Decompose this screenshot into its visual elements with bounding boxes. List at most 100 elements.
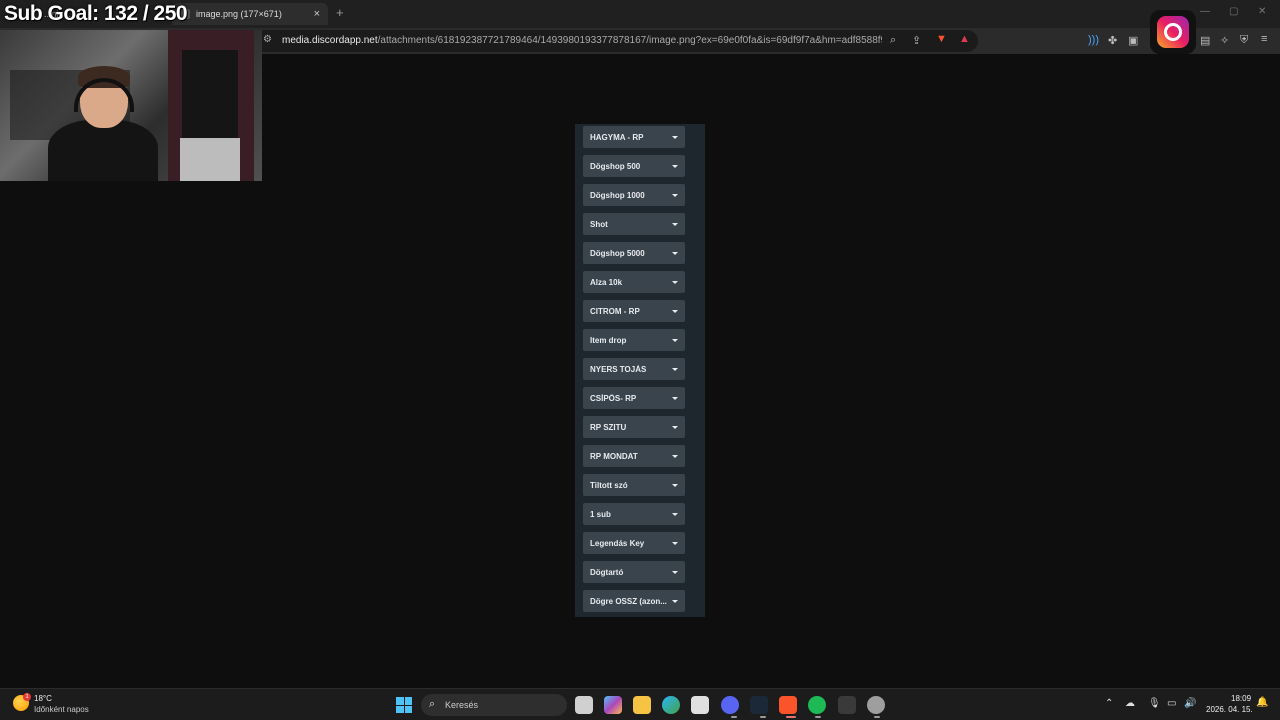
- menu-dropdown-item[interactable]: Dögre OSSZ (azon...: [583, 590, 685, 612]
- maximize-icon[interactable]: ▢: [1229, 6, 1238, 17]
- menu-dropdown-item[interactable]: Alza 10k: [583, 271, 685, 293]
- menu-item-label: Legendás Key: [590, 538, 645, 548]
- menu-item-label: Shot: [590, 219, 608, 229]
- edge-icon[interactable]: [662, 696, 680, 714]
- menu-dropdown-item[interactable]: Dögshop 500: [583, 155, 685, 177]
- brave-icon[interactable]: [779, 696, 797, 714]
- new-tab-button[interactable]: +: [336, 5, 344, 20]
- menu-item-label: Dögshop 5000: [590, 248, 645, 258]
- caret-down-icon: [672, 570, 678, 574]
- store-icon[interactable]: [691, 696, 709, 714]
- browser-tab-bar: ...nin... image.png (177×671) × + — ▢ ✕: [0, 0, 1280, 28]
- menu-item-label: Tiltott szó: [590, 480, 628, 490]
- menu-dropdown-item[interactable]: Dögtartó: [583, 561, 685, 583]
- minimize-icon[interactable]: —: [1200, 6, 1210, 17]
- menu-item-label: Alza 10k: [590, 277, 623, 287]
- running-indicator: [874, 716, 880, 718]
- screen: ...nin... image.png (177×671) × + — ▢ ✕ …: [0, 0, 1280, 720]
- caret-down-icon: [672, 396, 678, 400]
- start-button[interactable]: [396, 697, 412, 713]
- menu-item-label: Dögshop 500: [590, 161, 641, 171]
- steam-icon[interactable]: [750, 696, 768, 714]
- obs-icon[interactable]: [867, 696, 885, 714]
- file-explorer-icon[interactable]: [633, 696, 651, 714]
- onedrive-icon[interactable]: ☁: [1125, 698, 1135, 709]
- sidebar-icon[interactable]: ▣: [1128, 34, 1138, 47]
- speedreader-icon[interactable]: ))): [1088, 34, 1099, 46]
- menu-item-label: Dögtartó: [590, 567, 624, 577]
- caret-down-icon: [672, 338, 678, 342]
- notification-bell-icon[interactable]: 🔔: [1256, 697, 1268, 708]
- menu-dropdown-item[interactable]: Item drop: [583, 329, 685, 351]
- search-placeholder: Keresés: [445, 700, 479, 710]
- copilot-icon[interactable]: [604, 696, 622, 714]
- tab-title: image.png (177×671): [196, 9, 282, 19]
- caret-down-icon: [672, 164, 678, 168]
- menu-panel: HAGYMA - RP Dögshop 500 Dögshop 1000 Shot Dö…: [575, 124, 705, 617]
- menu-dropdown-item[interactable]: HAGYMA - RP: [583, 126, 685, 148]
- microphone-icon[interactable]: 🎙: [1148, 698, 1161, 709]
- menu-dropdown-item[interactable]: Tiltott szó: [583, 474, 685, 496]
- zoom-icon[interactable]: ⌕: [890, 34, 896, 47]
- menu-item-label: RP MONDAT: [590, 451, 638, 461]
- menu-dropdown-item[interactable]: RP SZITU: [583, 416, 685, 438]
- brave-rewards-icon[interactable]: ▲: [959, 33, 970, 45]
- discord-icon[interactable]: [721, 696, 739, 714]
- share-icon[interactable]: ⇪: [912, 34, 921, 47]
- menu-dropdown-item[interactable]: CITROM - RP: [583, 300, 685, 322]
- menu-dropdown-item[interactable]: NYERS TOJÁS: [583, 358, 685, 380]
- clock-date[interactable]: 2026. 04. 15.: [1206, 705, 1253, 714]
- menu-dropdown-item[interactable]: RP MONDAT: [583, 445, 685, 467]
- taskbar: 1 18°C Időnként napos ⌕ Keresés ⌃ ☁ 🎙 ▭ …: [0, 688, 1280, 720]
- wallet-icon[interactable]: ▤: [1200, 34, 1210, 47]
- close-icon[interactable]: ×: [314, 8, 320, 20]
- menu-icon[interactable]: ≡: [1261, 33, 1267, 45]
- menu-dropdown-item[interactable]: Dögshop 5000: [583, 242, 685, 264]
- menu-item-label: RP SZITU: [590, 422, 627, 432]
- running-indicator: [815, 716, 821, 718]
- weather-badge: 1: [23, 693, 31, 701]
- tab-image[interactable]: image.png (177×671) ×: [172, 3, 328, 25]
- caret-down-icon: [672, 425, 678, 429]
- vpn-icon[interactable]: ⛨: [1240, 34, 1248, 47]
- menu-item-label: CSÍPŐS- RP: [590, 393, 637, 403]
- menu-dropdown-item[interactable]: Legendás Key: [583, 532, 685, 554]
- brave-shields-icon[interactable]: ▼: [936, 33, 947, 45]
- url-host: media.discordapp.net: [282, 35, 378, 46]
- webcam-person-shirt: [182, 50, 238, 140]
- site-settings-icon[interactable]: ⚙: [263, 34, 272, 45]
- chevron-up-icon[interactable]: ⌃: [1105, 698, 1113, 709]
- xbox-icon[interactable]: [838, 696, 856, 714]
- menu-item-label: 1 sub: [590, 509, 611, 519]
- taskbar-search[interactable]: ⌕ Keresés: [421, 694, 567, 716]
- menu-item-label: HAGYMA - RP: [590, 132, 644, 142]
- leo-ai-icon[interactable]: ✧: [1220, 34, 1229, 47]
- menu-dropdown-item[interactable]: Shot: [583, 213, 685, 235]
- caret-down-icon: [672, 280, 678, 284]
- task-view-icon[interactable]: [575, 696, 593, 714]
- caret-down-icon: [672, 251, 678, 255]
- caret-down-icon: [672, 367, 678, 371]
- spotify-icon[interactable]: [808, 696, 826, 714]
- search-icon: ⌕: [429, 698, 436, 710]
- menu-dropdown-item[interactable]: Dögshop 1000: [583, 184, 685, 206]
- network-icon[interactable]: ▭: [1167, 698, 1176, 709]
- instagram-icon: [1150, 10, 1196, 54]
- menu-item-label: NYERS TOJÁS: [590, 364, 647, 374]
- clock-time[interactable]: 18:09: [1231, 694, 1251, 703]
- caret-down-icon: [672, 599, 678, 603]
- active-indicator: [786, 716, 796, 718]
- caret-down-icon: [672, 483, 678, 487]
- address-bar[interactable]: ⚙ media.discordapp.net/attachments/61819…: [254, 30, 978, 52]
- menu-item-label: Item drop: [590, 335, 627, 345]
- extensions-icon[interactable]: ✤: [1108, 34, 1117, 47]
- instagram-glyph: [1157, 16, 1189, 48]
- weather-temp[interactable]: 18°C: [34, 694, 52, 703]
- caret-down-icon: [672, 512, 678, 516]
- volume-icon[interactable]: 🔊: [1184, 698, 1196, 709]
- weather-desc[interactable]: Időnként napos: [34, 705, 89, 714]
- menu-dropdown-item[interactable]: CSÍPŐS- RP: [583, 387, 685, 409]
- menu-item-label: Dögshop 1000: [590, 190, 645, 200]
- menu-dropdown-item[interactable]: 1 sub: [583, 503, 685, 525]
- window-close-icon[interactable]: ✕: [1258, 6, 1266, 17]
